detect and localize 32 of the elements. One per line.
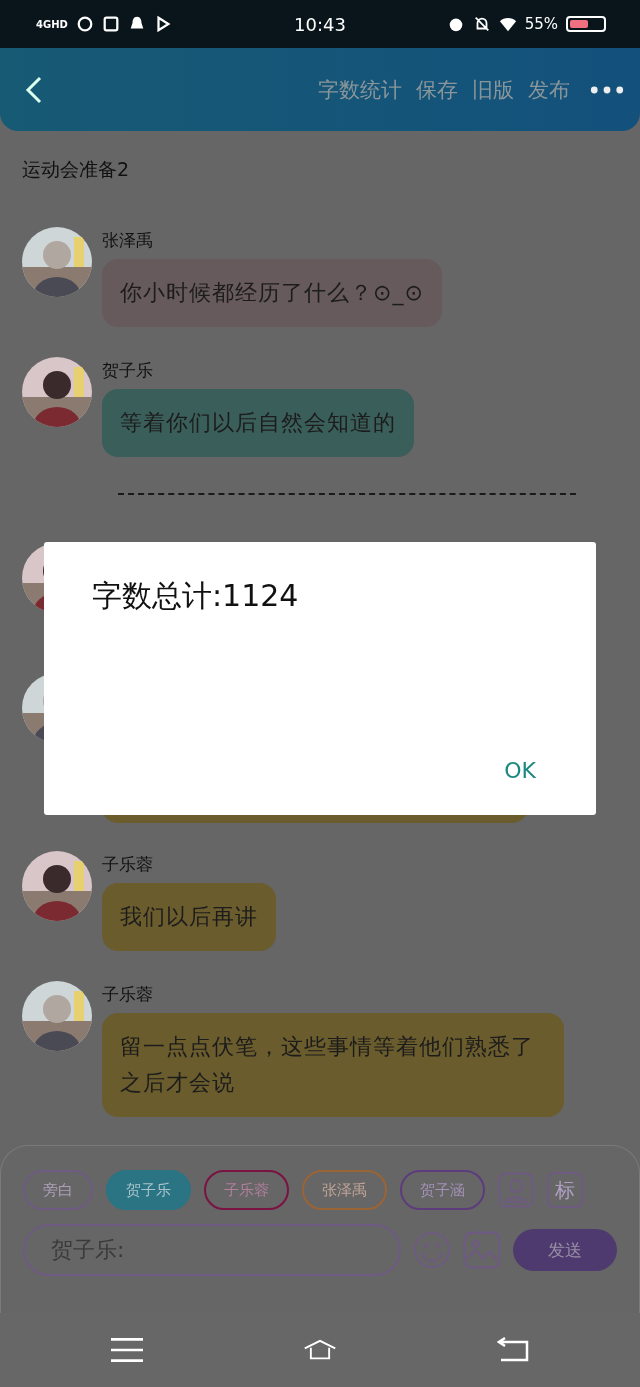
back-icon[interactable] (497, 1337, 530, 1363)
role-chip[interactable]: 张泽禹 (302, 1170, 387, 1211)
ok-button[interactable]: OK (494, 754, 546, 788)
header-action[interactable]: 旧版 (470, 75, 516, 104)
role-chip[interactable]: 贺子涵 (400, 1170, 485, 1211)
more-icon[interactable] (590, 84, 624, 95)
network-label: 4GHD (36, 18, 68, 30)
header-action[interactable]: 发布 (526, 75, 572, 104)
menu-icon[interactable] (110, 1337, 143, 1363)
chat-title: 运动会准备2 (22, 157, 131, 183)
sender-name: 贺子乐 (102, 359, 153, 383)
battery-icon (566, 16, 606, 32)
role-chip[interactable]: 旁白 (23, 1170, 93, 1211)
role-chip[interactable]: 贺子乐 (106, 1170, 191, 1211)
sender-name: 张泽禹 (102, 229, 153, 253)
header-action[interactable]: 字数统计 (316, 75, 404, 104)
message-bubble: 你小时候都经历了什么？⊙_⊙ (102, 259, 442, 328)
dialog-message: 字数总计:1124 (92, 577, 300, 616)
bell-off-icon (472, 15, 491, 33)
message-bubble: 我们以后再讲 (102, 883, 276, 952)
role-chip[interactable]: 子乐蓉 (204, 1170, 289, 1211)
message-bubble: 等着你们以后自然会知道的 (102, 389, 414, 458)
wifi-icon (498, 15, 517, 33)
tag-button[interactable]: 标 (547, 1172, 583, 1209)
sender-name: 子乐蓉 (102, 853, 153, 877)
clock: 10:43 (294, 13, 346, 35)
back-icon[interactable] (24, 74, 44, 105)
battery-percent: 55% (524, 15, 558, 33)
message-bubble: 留一点点伏笔，这些事情等着他们熟悉了之后才会说 (102, 1013, 564, 1118)
send-button[interactable]: 发送 (513, 1229, 617, 1272)
sender-name: 子乐蓉 (102, 983, 153, 1007)
header-action[interactable]: 保存 (414, 75, 460, 104)
